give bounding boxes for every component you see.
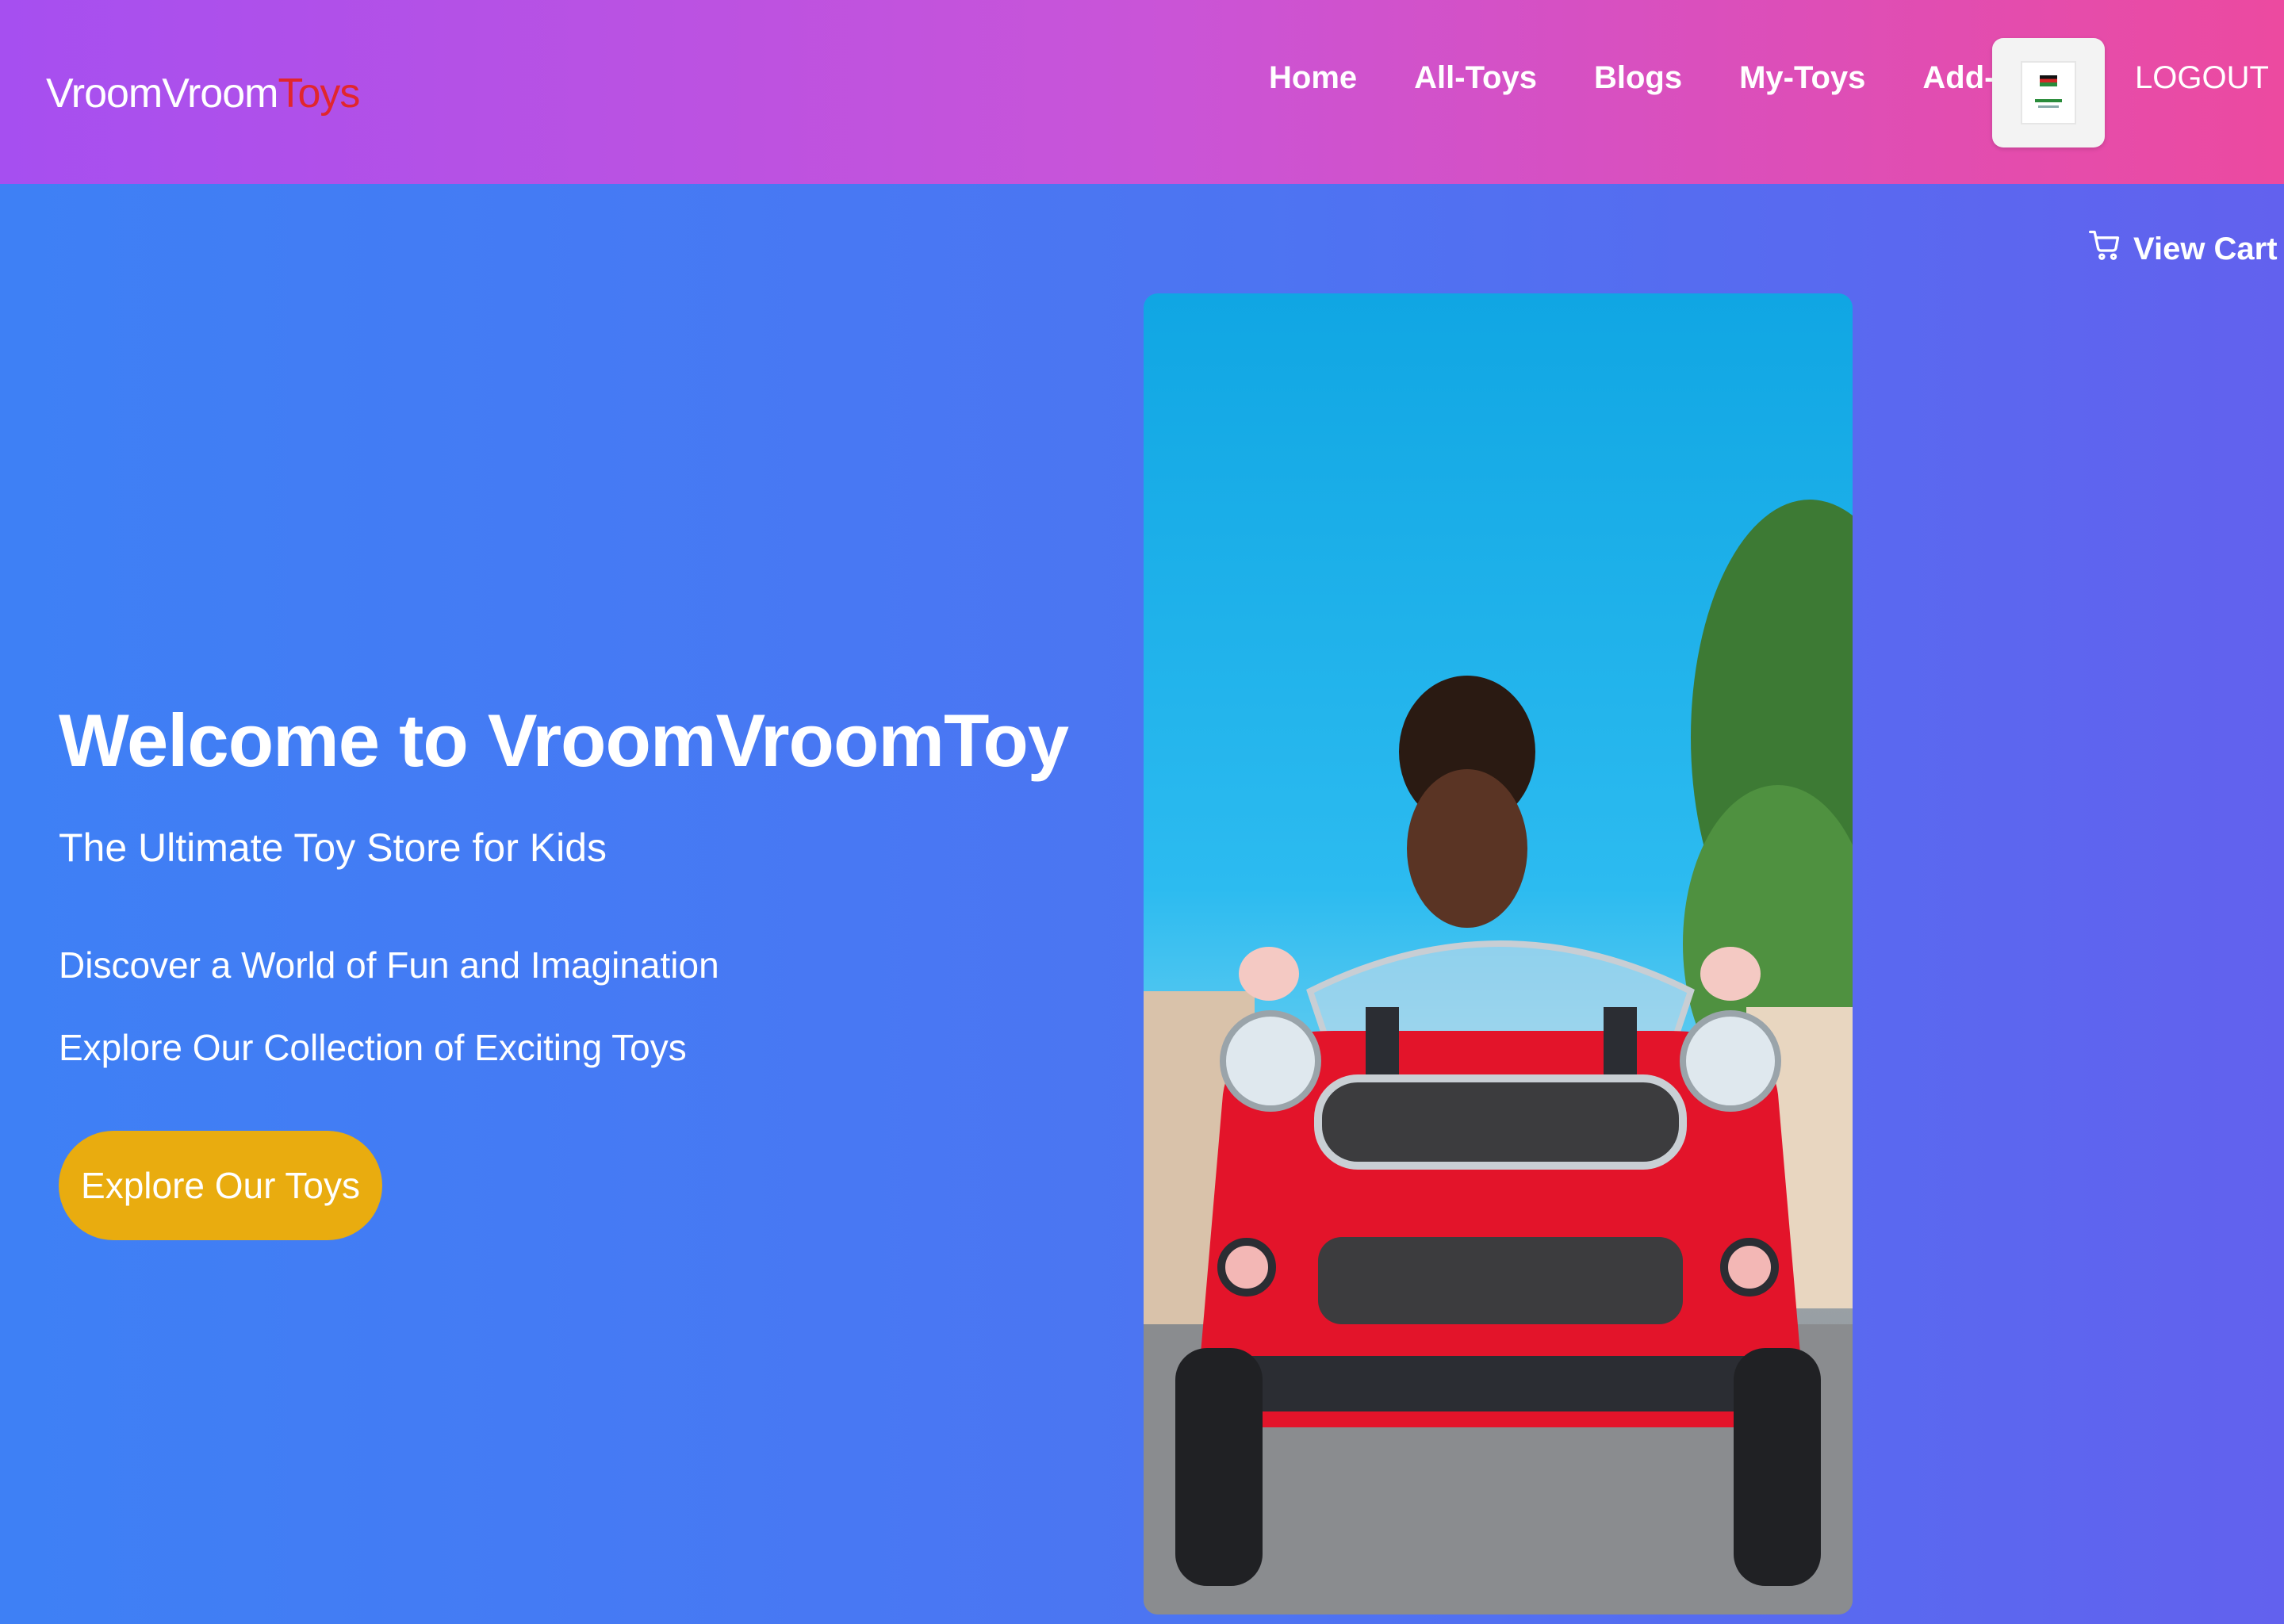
navbar: VroomVroomToys Home All-Toys Blogs My-To…	[0, 0, 2284, 184]
hero-tagline-2: Explore Our Collection of Exciting Toys	[59, 1027, 687, 1068]
avatar-image	[2021, 61, 2076, 124]
wheel-right	[1734, 1348, 1821, 1586]
explore-toys-button[interactable]: Explore Our Toys	[59, 1131, 382, 1240]
wheel-left	[1175, 1348, 1263, 1586]
main-nav: Home All-Toys Blogs My-Toys Add-A-Toy	[1269, 60, 2083, 96]
avatar-caption-bar	[2035, 99, 2062, 102]
hero-title: Welcome to VroomVroomToy	[59, 699, 1069, 782]
avatar-caption-bar-secondary	[2038, 105, 2059, 108]
brand-logo[interactable]: VroomVroomToys	[46, 70, 360, 117]
logo-main-text: VroomVroom	[46, 71, 278, 117]
hero-image-child-in-toy-car	[1144, 293, 1853, 1614]
hero-subtitle: The Ultimate Toy Store for Kids	[59, 825, 607, 870]
shopping-cart-icon	[2087, 227, 2122, 271]
headlight-left	[1220, 1010, 1321, 1112]
nav-all-toys[interactable]: All-Toys	[1414, 60, 1537, 96]
mirror-left	[1239, 947, 1299, 1001]
logo-accent-text: Toys	[278, 71, 360, 117]
child-face	[1407, 769, 1527, 928]
page: VroomVroomToys Home All-Toys Blogs My-To…	[0, 0, 2284, 1624]
toy-car-illustration	[1144, 500, 1853, 1614]
nav-blogs[interactable]: Blogs	[1594, 60, 1682, 96]
upper-grille	[1314, 1074, 1687, 1170]
view-cart-link[interactable]: View Cart	[2087, 227, 2278, 271]
nav-my-toys[interactable]: My-Toys	[1739, 60, 1865, 96]
view-cart-label: View Cart	[2133, 231, 2278, 266]
nav-home[interactable]: Home	[1269, 60, 1357, 96]
logout-button[interactable]: LOGOUT	[2135, 60, 2269, 96]
headlight-right	[1680, 1010, 1781, 1112]
flag-icon	[2040, 75, 2057, 86]
fog-light-right	[1720, 1238, 1779, 1297]
hero-tagline-1: Discover a World of Fun and Imagination	[59, 944, 719, 986]
bumper	[1207, 1356, 1794, 1411]
fog-light-left	[1217, 1238, 1276, 1297]
mirror-right	[1700, 947, 1761, 1001]
lower-grille	[1318, 1237, 1683, 1324]
user-avatar[interactable]	[1992, 38, 2105, 147]
